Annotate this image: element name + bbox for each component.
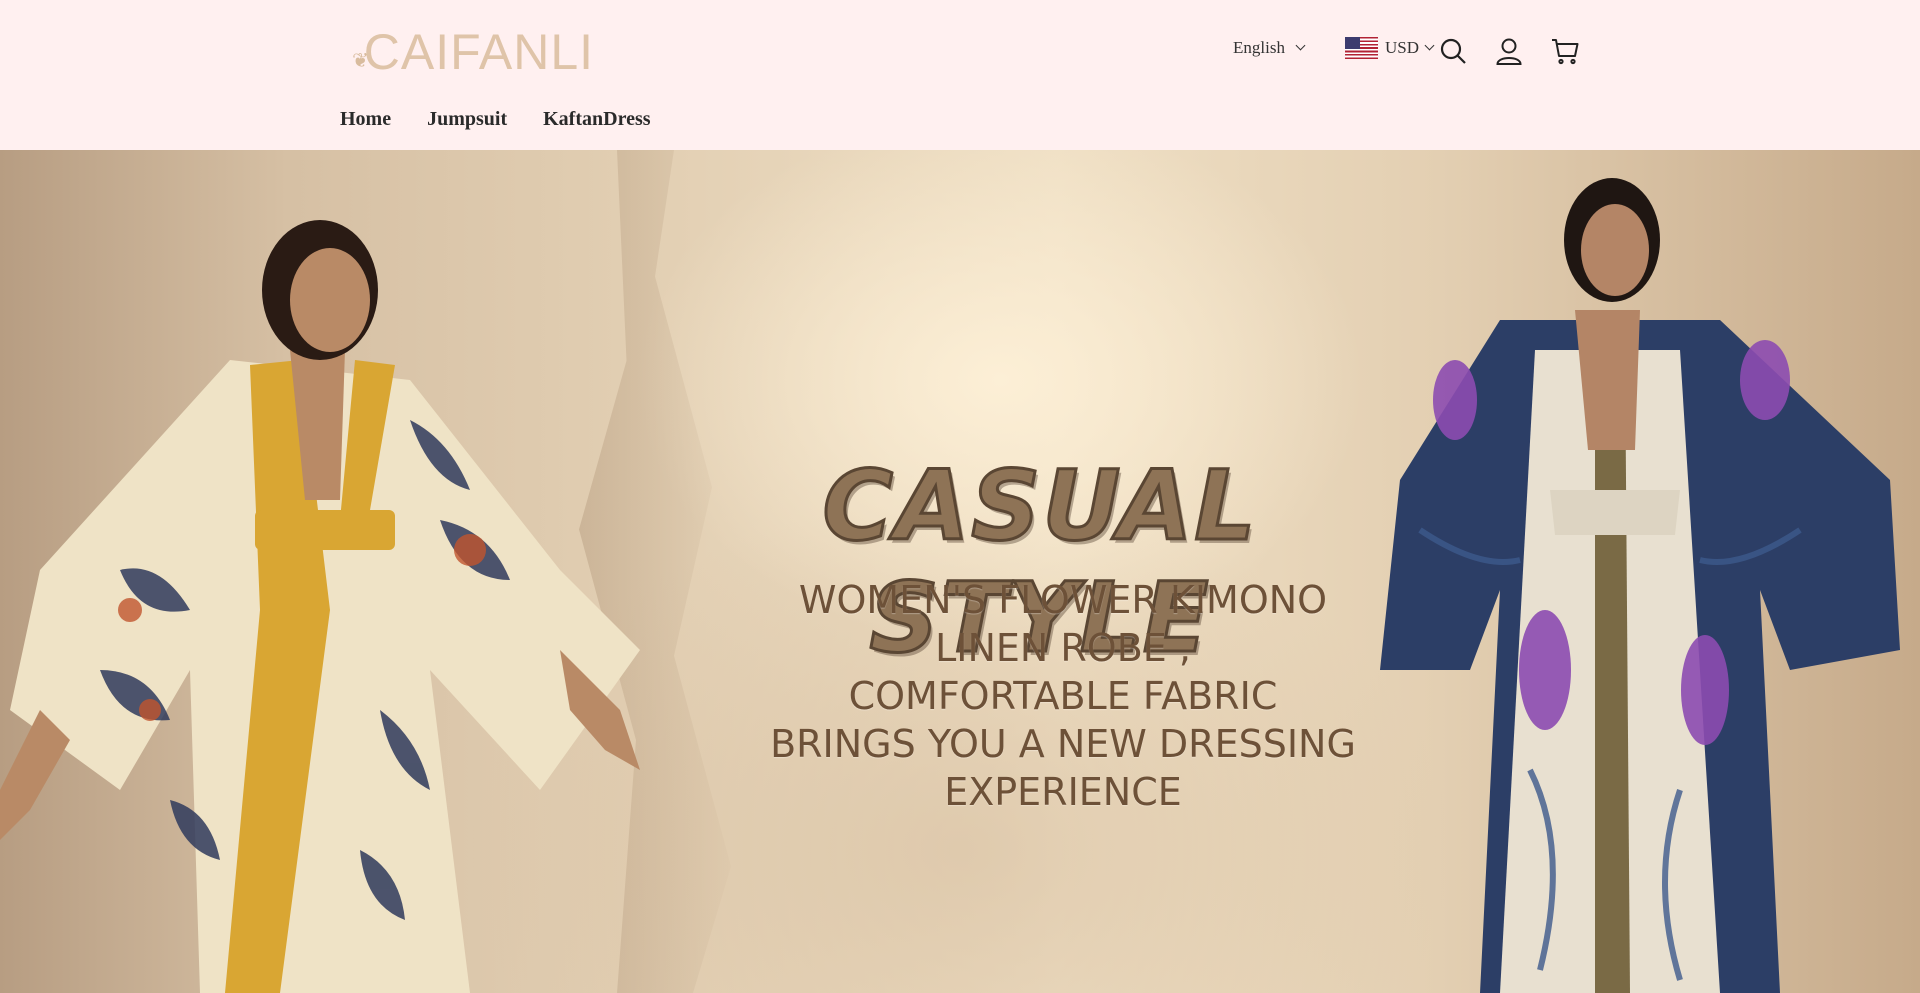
hero-subtitle-line: COMFORTABLE FABRIC: [848, 674, 1278, 718]
main-nav: Home Jumpsuit KaftanDress: [340, 108, 651, 131]
hero-subtitle: WOMEN'S FLOWER KIMONO LINEN ROBE , COMFO…: [663, 576, 1463, 816]
us-flag-icon: [1345, 37, 1378, 59]
search-icon: [1440, 38, 1466, 64]
left-model-image: [0, 220, 640, 993]
chevron-down-icon: [1424, 40, 1435, 50]
hero-banner[interactable]: CASUAL STYLE WOMEN'S FLOWER KIMONO LINEN…: [0, 150, 1920, 993]
language-label: English: [1233, 38, 1285, 57]
account-icon: [1496, 38, 1522, 65]
currency-selector[interactable]: USD: [1345, 37, 1435, 59]
brand-logo[interactable]: ❦ CAIFANLI: [352, 24, 594, 80]
right-model-image: [1380, 178, 1900, 993]
hero-subtitle-line: WOMEN'S FLOWER KIMONO: [798, 578, 1328, 622]
logo-text: CAIFANLI: [363, 24, 595, 80]
site-header: ❦ CAIFANLI English USD Home Jumpsuit Kaf…: [0, 0, 1920, 150]
chevron-down-icon: [1295, 40, 1306, 50]
nav-item-home[interactable]: Home: [340, 108, 391, 131]
hero-subtitle-line: BRINGS YOU A NEW DRESSING: [770, 722, 1356, 766]
nav-item-kaftandress[interactable]: KaftanDress: [543, 108, 650, 131]
cart-icon: [1552, 39, 1579, 65]
logo-leaf-icon: ❦: [352, 49, 370, 72]
account-button[interactable]: [1494, 36, 1524, 66]
nav-item-jumpsuit[interactable]: Jumpsuit: [427, 108, 507, 131]
cart-button[interactable]: [1550, 36, 1580, 66]
hero-subtitle-line: EXPERIENCE: [944, 770, 1182, 814]
currency-label: USD: [1385, 38, 1420, 57]
language-selector[interactable]: English: [1233, 38, 1306, 58]
search-button[interactable]: [1438, 36, 1468, 66]
hero-subtitle-line: LINEN ROBE ,: [935, 626, 1191, 670]
